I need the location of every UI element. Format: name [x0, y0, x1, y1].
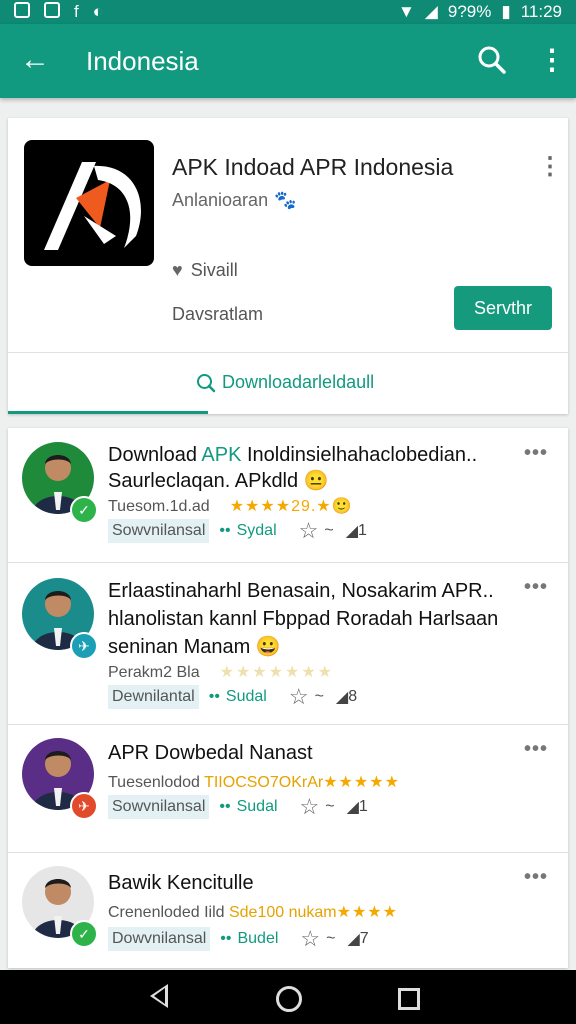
like-icon[interactable]: ◢: [346, 521, 358, 541]
app-title: APK Indoad APR Indonesia: [172, 154, 454, 180]
dot-separator: ••: [220, 930, 232, 947]
download-chip[interactable]: Sowvnilansal: [108, 519, 210, 543]
like-icon[interactable]: ◢: [347, 929, 359, 949]
home-circle-icon[interactable]: [276, 986, 302, 1012]
dot-separator: ••: [219, 798, 231, 815]
list-item[interactable]: ✈ APR Dowbedal Nanast ••• Tuesenlodod TI…: [8, 724, 568, 853]
list-item[interactable]: ✓ Download APK Inoldinsielhahaclobedian.…: [8, 428, 568, 563]
developer-name[interactable]: Anlanioaran 🐾: [172, 190, 297, 211]
image-notification-icon: [44, 2, 60, 18]
like-count: 1: [358, 522, 367, 539]
app-logo: [24, 140, 154, 266]
review-actions: Sowvnilansal •• Sudal ☆ ~ ◢ 1: [108, 794, 368, 820]
review-title: Erlaastinaharhl Benasain, Nosakarim APR.…: [108, 580, 494, 602]
like-count: 7: [359, 930, 369, 947]
clock: 11:29: [520, 2, 562, 21]
review-actions: Sowvnilansal •• Sydal ☆ ~ ◢ 1: [108, 518, 367, 544]
app-bar: ← Indonesia ⋮: [0, 24, 576, 98]
tilde-icon: ~: [326, 930, 336, 947]
app-notification-icon: ◐: [92, 2, 104, 21]
star-outline-icon[interactable]: ☆: [300, 794, 320, 820]
like-count: 8: [348, 688, 358, 705]
wifi-icon: ▼: [397, 2, 415, 21]
download-chip[interactable]: Dewnilantal: [108, 685, 199, 709]
review-title: APR Dowbedal Nanast: [108, 742, 313, 764]
action-label[interactable]: Budel: [237, 930, 278, 948]
list-item[interactable]: ✓ Bawik Kencitulle ••• Crenenloded Iild …: [8, 852, 568, 968]
search-icon: [197, 373, 216, 392]
heart-icon: ♥: [172, 260, 183, 280]
action-label[interactable]: Sudal: [226, 688, 267, 706]
paw-icon: 🐾: [274, 190, 297, 210]
install-button[interactable]: Servthr: [454, 286, 552, 330]
action-label[interactable]: Sydal: [237, 522, 277, 540]
like-count: 1: [358, 798, 368, 815]
download-chip[interactable]: Sowvnilansal: [108, 795, 210, 819]
size-label: Davsratlam: [172, 304, 264, 324]
back-arrow-icon[interactable]: ←: [20, 42, 52, 78]
review-actions: Dowvnilansal •• Budel ☆ ~ ◢ 7: [108, 926, 369, 952]
review-actions: Dewnilantal •• Sudal ☆ ~ ◢ 8: [108, 684, 357, 710]
review-meta: Crenenloded Iild Sde100 nukam★★★★: [108, 904, 398, 921]
signal-icon: ◢: [424, 2, 438, 21]
list-item[interactable]: ✈ Erlaastinaharhl Benasain, Nosakarim AP…: [8, 562, 568, 725]
plane-icon: ✈: [70, 792, 98, 820]
facebook-notification-icon: f: [74, 2, 79, 21]
back-triangle-icon[interactable]: [150, 984, 168, 1008]
search-icon[interactable]: [476, 44, 508, 76]
review-meta: Tuesom.1d.ad ★★★★29.★🙂: [108, 498, 352, 515]
status-bar: f ◐ ▼ ◢ 9?9% ▮ 11:29: [0, 0, 576, 24]
tilde-icon: ~: [325, 798, 335, 815]
star-outline-icon[interactable]: ☆: [289, 684, 309, 710]
navigation-bar: [0, 970, 576, 1024]
review-meta: Tuesenlodod TIIOCSO7OKrAr★★★★★: [108, 774, 400, 791]
plane-icon: ✈: [70, 632, 98, 660]
download-chip[interactable]: Dowvnilansal: [108, 927, 211, 951]
like-icon[interactable]: ◢: [336, 687, 348, 707]
star-outline-icon[interactable]: ☆: [299, 518, 319, 544]
star-outline-icon[interactable]: ☆: [300, 926, 320, 952]
review-list: ✓ Download APK Inoldinsielhahaclobedian.…: [8, 428, 568, 968]
overflow-menu-icon[interactable]: ⋮: [538, 46, 566, 76]
item-overflow-menu-icon[interactable]: •••: [524, 866, 548, 889]
tilde-icon: ~: [324, 522, 334, 539]
tab-downloads[interactable]: [8, 353, 208, 414]
review-title: Download APK Inoldinsielhahaclobedian..: [108, 444, 478, 466]
like-icon[interactable]: ◢: [347, 797, 359, 817]
review-title-line3: seninan Manam 😀: [108, 636, 281, 658]
dot-separator: ••: [219, 522, 231, 539]
item-overflow-menu-icon[interactable]: •••: [524, 442, 548, 465]
battery-level: 9?9%: [447, 2, 492, 21]
card-overflow-menu-icon[interactable]: ⋮: [538, 152, 562, 181]
review-title-line2: hlanolistan kannl Fbppad Roradah Harlsaa…: [108, 608, 499, 630]
check-icon: ✓: [70, 920, 98, 948]
downloads-tab-label[interactable]: Downloadarleldaull: [196, 372, 374, 393]
tilde-icon: ~: [314, 688, 324, 705]
dot-separator: ••: [208, 688, 220, 705]
item-overflow-menu-icon[interactable]: •••: [524, 738, 548, 761]
check-icon: ✓: [70, 496, 98, 524]
review-meta: Perakm2 Bla ★★★★★★★: [108, 664, 334, 681]
wishlist-row[interactable]: ♥ Sivaill: [172, 260, 238, 281]
review-title: Bawik Kencitulle: [108, 872, 254, 894]
app-detail-card: APK Indoad APR Indonesia ⋮ Anlanioaran 🐾 …: [8, 118, 568, 414]
battery-icon: ▮: [501, 2, 511, 21]
action-label[interactable]: Sudal: [237, 798, 278, 816]
gallery-notification-icon: [14, 2, 30, 18]
page-title: Indonesia: [86, 46, 199, 76]
review-title-line2: Saurleclaqan. APkdld 😐: [108, 470, 329, 492]
item-overflow-menu-icon[interactable]: •••: [524, 576, 548, 599]
recents-square-icon[interactable]: [398, 988, 420, 1010]
